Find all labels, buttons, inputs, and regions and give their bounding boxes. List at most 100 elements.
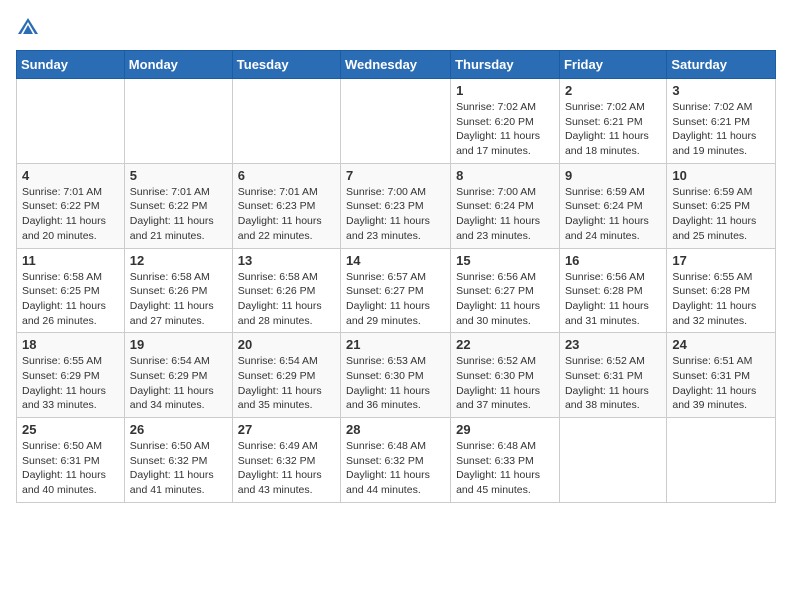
day-header-saturday: Saturday [667, 51, 776, 79]
day-number: 29 [456, 422, 554, 437]
day-info: Sunrise: 7:00 AM Sunset: 6:23 PM Dayligh… [346, 185, 445, 244]
day-info: Sunrise: 6:51 AM Sunset: 6:31 PM Dayligh… [672, 354, 770, 413]
calendar-cell [124, 79, 232, 164]
day-number: 16 [565, 253, 661, 268]
day-info: Sunrise: 6:49 AM Sunset: 6:32 PM Dayligh… [238, 439, 335, 498]
day-info: Sunrise: 6:52 AM Sunset: 6:31 PM Dayligh… [565, 354, 661, 413]
calendar-cell [559, 418, 666, 503]
day-info: Sunrise: 7:02 AM Sunset: 6:20 PM Dayligh… [456, 100, 554, 159]
day-info: Sunrise: 7:02 AM Sunset: 6:21 PM Dayligh… [565, 100, 661, 159]
calendar-cell [341, 79, 451, 164]
calendar-week-row: 25Sunrise: 6:50 AM Sunset: 6:31 PM Dayli… [17, 418, 776, 503]
day-number: 5 [130, 168, 227, 183]
day-number: 2 [565, 83, 661, 98]
day-number: 28 [346, 422, 445, 437]
calendar-cell: 10 Sunrise: 6:59 AM Sunset: 6:25 PM Dayli… [667, 163, 776, 248]
calendar-week-row: 11 Sunrise: 6:58 AM Sunset: 6:25 PM Dayli… [17, 248, 776, 333]
day-info: Sunrise: 6:55 AM Sunset: 6:28 PM Dayligh… [672, 270, 770, 329]
calendar-cell: 27 Sunrise: 6:49 AM Sunset: 6:32 PM Dayli… [232, 418, 340, 503]
calendar-cell: 8 Sunrise: 7:00 AM Sunset: 6:24 PM Daylig… [451, 163, 560, 248]
day-number: 15 [456, 253, 554, 268]
calendar-cell: 7 Sunrise: 7:00 AM Sunset: 6:23 PM Daylig… [341, 163, 451, 248]
logo-icon [16, 16, 40, 40]
calendar-cell [232, 79, 340, 164]
day-number: 13 [238, 253, 335, 268]
day-header-tuesday: Tuesday [232, 51, 340, 79]
day-info: Sunrise: 6:48 AM Sunset: 6:32 PM Dayligh… [346, 439, 445, 498]
calendar-cell: 5 Sunrise: 7:01 AM Sunset: 6:22 PM Daylig… [124, 163, 232, 248]
day-number: 19 [130, 337, 227, 352]
day-info: Sunrise: 7:01 AM Sunset: 6:23 PM Dayligh… [238, 185, 335, 244]
day-header-wednesday: Wednesday [341, 51, 451, 79]
day-number: 6 [238, 168, 335, 183]
day-header-thursday: Thursday [451, 51, 560, 79]
day-header-friday: Friday [559, 51, 666, 79]
day-number: 7 [346, 168, 445, 183]
calendar-cell: 1 Sunrise: 7:02 AM Sunset: 6:20 PM Daylig… [451, 79, 560, 164]
calendar-cell: 20Sunrise: 6:54 AM Sunset: 6:29 PM Dayli… [232, 333, 340, 418]
calendar-table: SundayMondayTuesdayWednesdayThursdayFrid… [16, 50, 776, 503]
day-info: Sunrise: 7:01 AM Sunset: 6:22 PM Dayligh… [22, 185, 119, 244]
calendar-cell: 2 Sunrise: 7:02 AM Sunset: 6:21 PM Daylig… [559, 79, 666, 164]
day-info: Sunrise: 6:59 AM Sunset: 6:25 PM Dayligh… [672, 185, 770, 244]
calendar-cell: 14 Sunrise: 6:57 AM Sunset: 6:27 PM Dayli… [341, 248, 451, 333]
calendar-cell: 28 Sunrise: 6:48 AM Sunset: 6:32 PM Dayli… [341, 418, 451, 503]
day-header-sunday: Sunday [17, 51, 125, 79]
day-header-monday: Monday [124, 51, 232, 79]
calendar-week-row: 4 Sunrise: 7:01 AM Sunset: 6:22 PM Daylig… [17, 163, 776, 248]
day-info: Sunrise: 6:54 AM Sunset: 6:29 PM Dayligh… [238, 354, 335, 413]
calendar-header-row: SundayMondayTuesdayWednesdayThursdayFrid… [17, 51, 776, 79]
calendar-cell: 12 Sunrise: 6:58 AM Sunset: 6:26 PM Dayli… [124, 248, 232, 333]
day-number: 22 [456, 337, 554, 352]
day-info: Sunrise: 6:54 AM Sunset: 6:29 PM Dayligh… [130, 354, 227, 413]
day-number: 11 [22, 253, 119, 268]
calendar-cell: 6 Sunrise: 7:01 AM Sunset: 6:23 PM Daylig… [232, 163, 340, 248]
calendar-cell: 18Sunrise: 6:55 AM Sunset: 6:29 PM Dayli… [17, 333, 125, 418]
day-number: 1 [456, 83, 554, 98]
day-info: Sunrise: 6:58 AM Sunset: 6:25 PM Dayligh… [22, 270, 119, 329]
logo [16, 16, 44, 40]
calendar-cell: 21Sunrise: 6:53 AM Sunset: 6:30 PM Dayli… [341, 333, 451, 418]
calendar-cell: 22 Sunrise: 6:52 AM Sunset: 6:30 PM Dayli… [451, 333, 560, 418]
calendar-cell: 25Sunrise: 6:50 AM Sunset: 6:31 PM Dayli… [17, 418, 125, 503]
calendar-cell: 9 Sunrise: 6:59 AM Sunset: 6:24 PM Daylig… [559, 163, 666, 248]
calendar-cell: 3Sunrise: 7:02 AM Sunset: 6:21 PM Daylig… [667, 79, 776, 164]
day-number: 4 [22, 168, 119, 183]
calendar-cell: 23 Sunrise: 6:52 AM Sunset: 6:31 PM Dayli… [559, 333, 666, 418]
day-info: Sunrise: 6:57 AM Sunset: 6:27 PM Dayligh… [346, 270, 445, 329]
day-info: Sunrise: 6:55 AM Sunset: 6:29 PM Dayligh… [22, 354, 119, 413]
calendar-cell: 4 Sunrise: 7:01 AM Sunset: 6:22 PM Daylig… [17, 163, 125, 248]
day-number: 27 [238, 422, 335, 437]
day-number: 10 [672, 168, 770, 183]
day-info: Sunrise: 6:58 AM Sunset: 6:26 PM Dayligh… [238, 270, 335, 329]
day-number: 14 [346, 253, 445, 268]
calendar-cell [17, 79, 125, 164]
day-info: Sunrise: 6:53 AM Sunset: 6:30 PM Dayligh… [346, 354, 445, 413]
page-header [16, 16, 776, 40]
calendar-cell: 15Sunrise: 6:56 AM Sunset: 6:27 PM Dayli… [451, 248, 560, 333]
calendar-cell: 29 Sunrise: 6:48 AM Sunset: 6:33 PM Dayli… [451, 418, 560, 503]
day-number: 23 [565, 337, 661, 352]
day-info: Sunrise: 6:48 AM Sunset: 6:33 PM Dayligh… [456, 439, 554, 498]
calendar-cell: 16Sunrise: 6:56 AM Sunset: 6:28 PM Dayli… [559, 248, 666, 333]
calendar-cell: 24 Sunrise: 6:51 AM Sunset: 6:31 PM Dayli… [667, 333, 776, 418]
day-info: Sunrise: 7:00 AM Sunset: 6:24 PM Dayligh… [456, 185, 554, 244]
calendar-cell: 26 Sunrise: 6:50 AM Sunset: 6:32 PM Dayli… [124, 418, 232, 503]
day-info: Sunrise: 6:59 AM Sunset: 6:24 PM Dayligh… [565, 185, 661, 244]
day-info: Sunrise: 6:52 AM Sunset: 6:30 PM Dayligh… [456, 354, 554, 413]
calendar-cell: 17Sunrise: 6:55 AM Sunset: 6:28 PM Dayli… [667, 248, 776, 333]
day-info: Sunrise: 6:50 AM Sunset: 6:32 PM Dayligh… [130, 439, 227, 498]
day-info: Sunrise: 7:01 AM Sunset: 6:22 PM Dayligh… [130, 185, 227, 244]
day-number: 26 [130, 422, 227, 437]
day-info: Sunrise: 6:58 AM Sunset: 6:26 PM Dayligh… [130, 270, 227, 329]
day-number: 3 [672, 83, 770, 98]
calendar-cell: 19 Sunrise: 6:54 AM Sunset: 6:29 PM Dayli… [124, 333, 232, 418]
day-number: 9 [565, 168, 661, 183]
day-number: 8 [456, 168, 554, 183]
day-number: 25 [22, 422, 119, 437]
calendar-cell: 11 Sunrise: 6:58 AM Sunset: 6:25 PM Dayli… [17, 248, 125, 333]
day-number: 24 [672, 337, 770, 352]
calendar-cell: 13 Sunrise: 6:58 AM Sunset: 6:26 PM Dayli… [232, 248, 340, 333]
calendar-cell [667, 418, 776, 503]
day-number: 12 [130, 253, 227, 268]
